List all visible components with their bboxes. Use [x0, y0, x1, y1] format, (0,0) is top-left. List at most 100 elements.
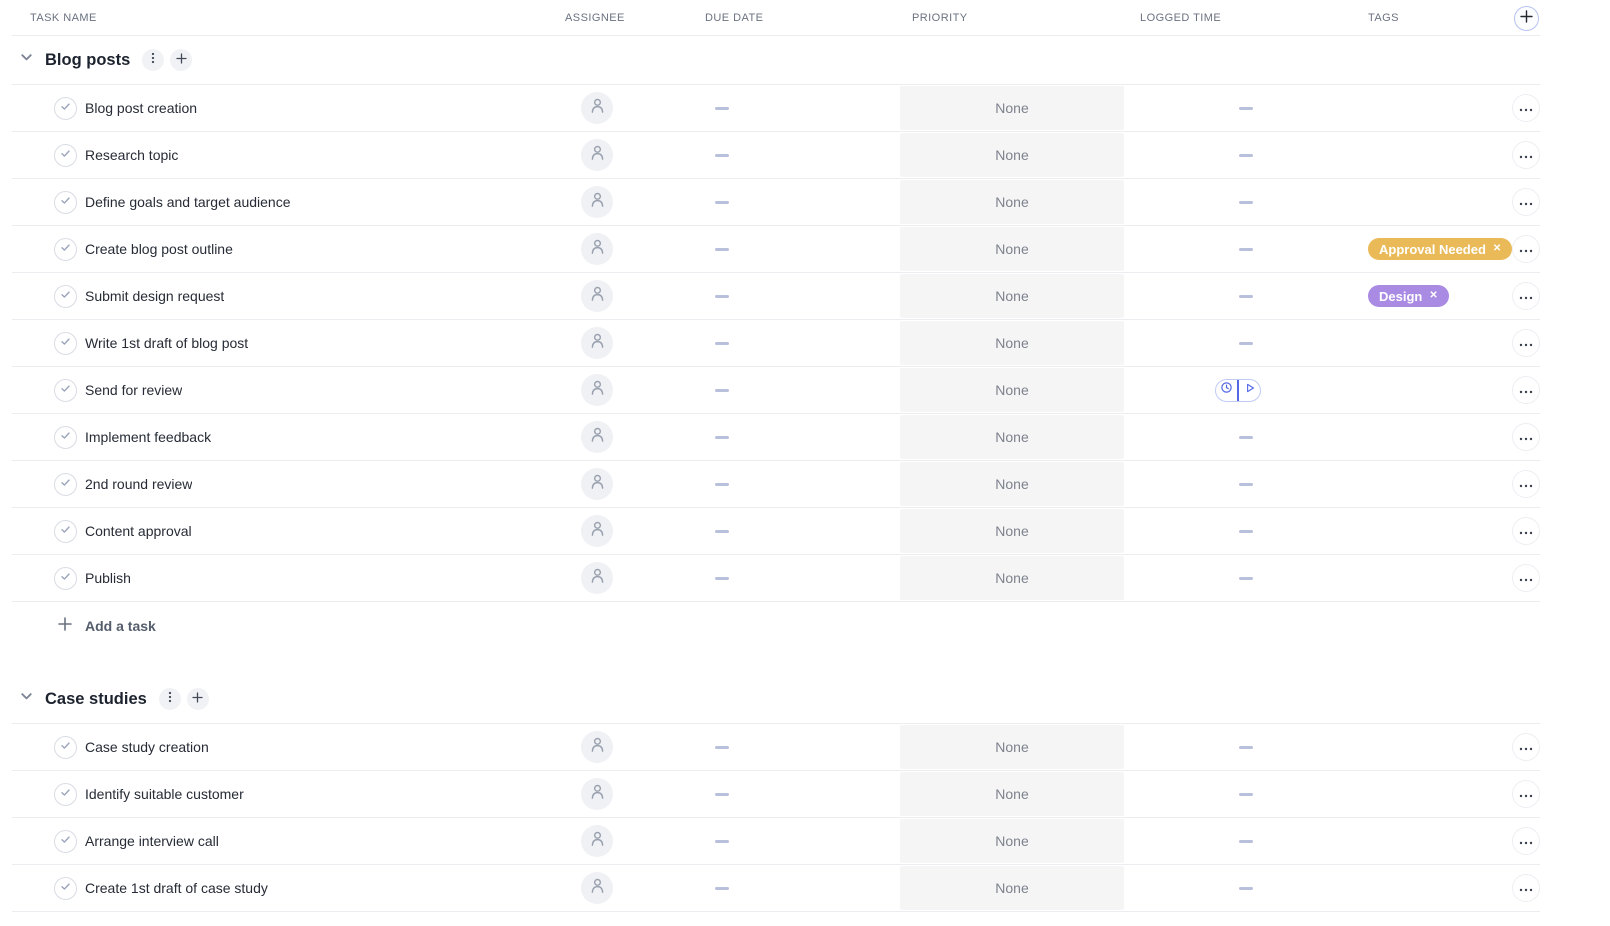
- task-checkbox[interactable]: [54, 378, 77, 402]
- group-collapse-button[interactable]: [16, 50, 36, 70]
- priority-cell[interactable]: None: [900, 321, 1124, 365]
- priority-cell[interactable]: None: [900, 556, 1124, 600]
- task-checkbox[interactable]: [54, 566, 77, 590]
- add-task-button[interactable]: Add a task: [12, 602, 1540, 650]
- due-date-cell[interactable]: [705, 179, 900, 225]
- task-checkbox[interactable]: [54, 782, 77, 806]
- priority-cell[interactable]: None: [900, 509, 1124, 553]
- assignee-avatar[interactable]: [581, 731, 613, 763]
- due-date-cell[interactable]: [705, 555, 900, 601]
- priority-cell[interactable]: None: [900, 368, 1124, 412]
- group-add-task-button[interactable]: [170, 49, 193, 71]
- priority-cell[interactable]: None: [900, 462, 1124, 506]
- logged-time-cell[interactable]: [1124, 508, 1368, 554]
- task-checkbox[interactable]: [54, 519, 77, 543]
- task-name[interactable]: Submit design request: [85, 288, 224, 304]
- due-date-cell[interactable]: [705, 461, 900, 507]
- tag-pill[interactable]: Approval Needed ✕: [1368, 238, 1513, 260]
- task-checkbox[interactable]: [54, 425, 77, 449]
- due-date-cell[interactable]: [705, 273, 900, 319]
- task-name[interactable]: Case study creation: [85, 739, 209, 755]
- assignee-avatar[interactable]: [581, 139, 613, 171]
- assignee-avatar[interactable]: [581, 872, 613, 904]
- logged-time-cell[interactable]: [1124, 179, 1368, 225]
- task-checkbox[interactable]: [54, 237, 77, 261]
- due-date-cell[interactable]: [705, 771, 900, 817]
- task-name[interactable]: Arrange interview call: [85, 833, 219, 849]
- logged-time-cell[interactable]: [1124, 771, 1368, 817]
- priority-cell[interactable]: None: [900, 772, 1124, 816]
- logged-time-cell[interactable]: [1124, 818, 1368, 864]
- assignee-avatar[interactable]: [581, 515, 613, 547]
- task-name[interactable]: Send for review: [85, 382, 182, 398]
- task-checkbox[interactable]: [54, 876, 77, 900]
- group-add-task-button[interactable]: [186, 688, 209, 710]
- column-header-due-date[interactable]: DUE DATE: [705, 12, 900, 24]
- column-header-priority[interactable]: PRIORITY: [900, 12, 1124, 24]
- priority-cell[interactable]: None: [900, 86, 1124, 130]
- task-menu-button[interactable]: [1512, 827, 1540, 855]
- task-menu-button[interactable]: [1512, 423, 1540, 451]
- column-header-logged-time[interactable]: LOGGED TIME: [1124, 12, 1368, 24]
- logged-time-cell[interactable]: [1124, 85, 1368, 131]
- task-name[interactable]: 2nd round review: [85, 476, 192, 492]
- group-menu-button[interactable]: [142, 49, 165, 71]
- task-name[interactable]: Content approval: [85, 523, 192, 539]
- due-date-cell[interactable]: [705, 320, 900, 366]
- assignee-avatar[interactable]: [581, 562, 613, 594]
- priority-cell[interactable]: None: [900, 227, 1124, 271]
- assignee-avatar[interactable]: [581, 778, 613, 810]
- task-checkbox[interactable]: [54, 735, 77, 759]
- column-header-assignee[interactable]: ASSIGNEE: [565, 12, 705, 24]
- priority-cell[interactable]: None: [900, 415, 1124, 459]
- task-menu-button[interactable]: [1512, 94, 1540, 122]
- task-name[interactable]: Publish: [85, 570, 131, 586]
- remove-tag-icon[interactable]: ✕: [1429, 291, 1437, 301]
- task-name[interactable]: Create 1st draft of case study: [85, 880, 268, 896]
- task-menu-button[interactable]: [1512, 282, 1540, 310]
- task-menu-button[interactable]: [1512, 235, 1540, 263]
- priority-cell[interactable]: None: [900, 274, 1124, 318]
- due-date-cell[interactable]: [705, 865, 900, 911]
- task-checkbox[interactable]: [54, 284, 77, 308]
- timer-clock-button[interactable]: [1216, 380, 1237, 401]
- assignee-avatar[interactable]: [581, 327, 613, 359]
- task-checkbox[interactable]: [54, 829, 77, 853]
- task-checkbox[interactable]: [54, 331, 77, 355]
- task-name[interactable]: Identify suitable customer: [85, 786, 244, 802]
- due-date-cell[interactable]: [705, 85, 900, 131]
- group-collapse-button[interactable]: [16, 689, 36, 709]
- task-name[interactable]: Research topic: [85, 147, 178, 163]
- task-menu-button[interactable]: [1512, 517, 1540, 545]
- due-date-cell[interactable]: [705, 724, 900, 770]
- task-checkbox[interactable]: [54, 96, 77, 120]
- task-menu-button[interactable]: [1512, 564, 1540, 592]
- due-date-cell[interactable]: [705, 367, 900, 413]
- task-checkbox[interactable]: [54, 190, 77, 214]
- task-menu-button[interactable]: [1512, 376, 1540, 404]
- group-menu-button[interactable]: [158, 688, 181, 710]
- logged-time-cell[interactable]: [1124, 555, 1368, 601]
- logged-time-cell[interactable]: [1124, 273, 1368, 319]
- task-name[interactable]: Define goals and target audience: [85, 194, 290, 210]
- logged-time-cell[interactable]: [1124, 132, 1368, 178]
- assignee-avatar[interactable]: [581, 233, 613, 265]
- assignee-avatar[interactable]: [581, 468, 613, 500]
- logged-time-cell[interactable]: [1124, 226, 1368, 272]
- task-menu-button[interactable]: [1512, 733, 1540, 761]
- logged-time-cell[interactable]: [1124, 461, 1368, 507]
- logged-time-cell[interactable]: [1124, 865, 1368, 911]
- priority-cell[interactable]: None: [900, 866, 1124, 910]
- task-menu-button[interactable]: [1512, 780, 1540, 808]
- logged-time-cell[interactable]: [1124, 367, 1368, 413]
- task-menu-button[interactable]: [1512, 141, 1540, 169]
- task-menu-button[interactable]: [1512, 188, 1540, 216]
- assignee-avatar[interactable]: [581, 280, 613, 312]
- assignee-avatar[interactable]: [581, 374, 613, 406]
- task-menu-button[interactable]: [1512, 329, 1540, 357]
- due-date-cell[interactable]: [705, 818, 900, 864]
- task-name[interactable]: Implement feedback: [85, 429, 211, 445]
- timer-play-button[interactable]: [1239, 380, 1260, 401]
- assignee-avatar[interactable]: [581, 421, 613, 453]
- column-header-tags[interactable]: TAGS: [1368, 12, 1500, 24]
